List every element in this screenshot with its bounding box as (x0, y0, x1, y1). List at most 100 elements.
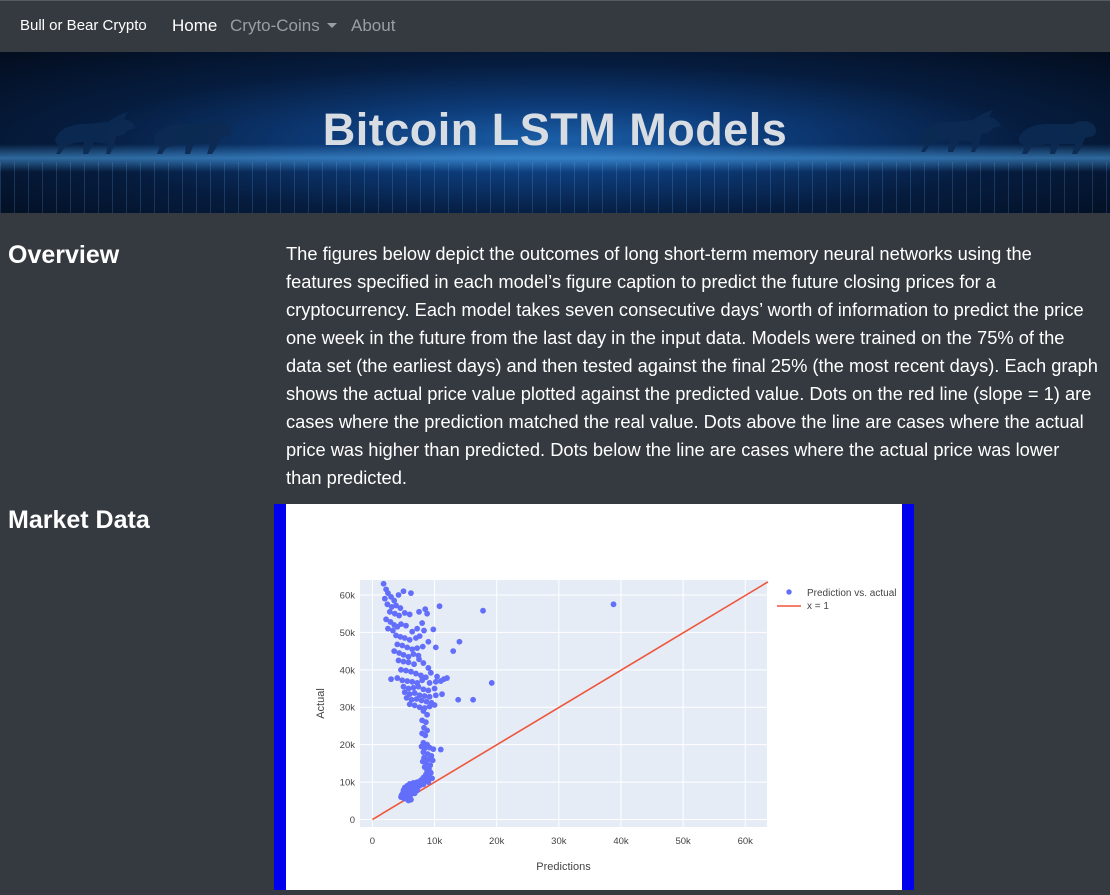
data-point[interactable] (426, 703, 433, 710)
data-point[interactable] (455, 696, 462, 703)
data-point[interactable] (420, 660, 427, 666)
data-point[interactable] (432, 692, 439, 699)
navbar-brand[interactable]: Bull or Bear Crypto (20, 17, 147, 34)
data-point[interactable] (396, 612, 403, 619)
data-point[interactable] (403, 694, 410, 701)
data-point[interactable] (430, 746, 437, 753)
data-point[interactable] (397, 605, 404, 611)
data-point[interactable] (480, 607, 486, 614)
data-point[interactable] (395, 592, 402, 598)
data-point[interactable] (470, 696, 476, 703)
data-point[interactable] (417, 672, 424, 679)
data-point[interactable] (418, 697, 425, 704)
data-point[interactable] (423, 698, 430, 705)
data-point[interactable] (419, 620, 426, 626)
data-point[interactable] (400, 588, 407, 595)
data-point[interactable] (394, 675, 401, 681)
data-point[interactable] (406, 701, 413, 708)
data-point[interactable] (401, 610, 408, 616)
data-point[interactable] (410, 651, 417, 657)
data-point[interactable] (414, 625, 421, 632)
data-point[interactable] (404, 678, 411, 684)
data-point[interactable] (421, 627, 427, 634)
data-point[interactable] (408, 590, 414, 596)
data-point[interactable] (414, 645, 421, 652)
data-point[interactable] (385, 625, 391, 632)
data-point[interactable] (424, 610, 431, 617)
data-point[interactable] (409, 628, 416, 635)
data-point[interactable] (419, 643, 426, 650)
data-point[interactable] (413, 696, 420, 702)
data-point[interactable] (416, 608, 422, 615)
data-point[interactable] (398, 666, 404, 673)
data-point[interactable] (406, 636, 413, 643)
data-point[interactable] (422, 719, 429, 726)
data-point[interactable] (403, 667, 409, 674)
data-point[interactable] (403, 622, 409, 629)
data-point[interactable] (437, 678, 444, 684)
data-point[interactable] (394, 641, 401, 648)
scatter-chart[interactable]: 0 10k 20k 30k 40k 50k 60k 0 10k 20k 30k 40k 50k 60k Pr… (286, 504, 902, 890)
data-point[interactable] (610, 601, 617, 608)
nav-link-home[interactable]: Home (172, 16, 217, 36)
data-point[interactable] (413, 670, 419, 677)
data-point[interactable] (405, 653, 412, 660)
data-point[interactable] (404, 644, 411, 651)
data-point[interactable] (420, 781, 427, 788)
data-point[interactable] (381, 595, 388, 602)
data-point[interactable] (398, 621, 404, 628)
data-point[interactable] (439, 691, 445, 698)
data-point[interactable] (401, 635, 408, 641)
data-point[interactable] (415, 683, 422, 690)
data-point[interactable] (380, 580, 387, 587)
data-point[interactable] (456, 638, 463, 645)
data-point[interactable] (437, 746, 444, 753)
data-point[interactable] (405, 659, 412, 666)
data-point[interactable] (411, 702, 418, 709)
data-point[interactable] (431, 702, 438, 708)
data-point[interactable] (408, 668, 414, 675)
data-point[interactable] (386, 608, 393, 615)
data-point[interactable] (426, 680, 433, 686)
data-point[interactable] (411, 661, 417, 668)
data-point[interactable] (432, 678, 439, 685)
data-point[interactable] (430, 626, 437, 633)
data-point[interactable] (395, 657, 402, 664)
data-point[interactable] (444, 675, 450, 681)
data-point[interactable] (409, 678, 416, 685)
data-point[interactable] (488, 680, 495, 686)
data-point[interactable] (424, 711, 431, 718)
nav-dropdown-crypto-coins[interactable]: Cryto-Coins (230, 16, 337, 36)
data-point[interactable] (411, 690, 418, 696)
data-point[interactable] (399, 677, 406, 684)
data-point[interactable] (388, 676, 394, 683)
data-point[interactable] (420, 686, 427, 693)
data-point[interactable] (390, 627, 396, 634)
data-point[interactable] (422, 732, 429, 739)
data-point[interactable] (432, 644, 439, 651)
data-point[interactable] (405, 797, 412, 804)
data-point[interactable] (425, 687, 432, 694)
data-point[interactable] (401, 689, 408, 696)
data-point[interactable] (419, 677, 426, 684)
data-point[interactable] (406, 611, 413, 618)
data-point[interactable] (434, 673, 440, 680)
data-point[interactable] (431, 685, 438, 692)
hero-banner: Bitcoin LSTM Models (0, 52, 1110, 213)
data-point[interactable] (400, 683, 407, 690)
data-point[interactable] (410, 684, 417, 691)
data-point[interactable] (409, 646, 416, 653)
data-point[interactable] (400, 658, 407, 665)
data-point[interactable] (416, 633, 423, 640)
data-point[interactable] (426, 693, 433, 700)
data-point[interactable] (399, 642, 406, 649)
data-point[interactable] (450, 648, 457, 655)
data-point[interactable] (427, 669, 434, 676)
data-point[interactable] (425, 638, 432, 645)
nav-link-about[interactable]: About (351, 16, 395, 36)
data-point[interactable] (425, 779, 432, 785)
data-point[interactable] (436, 603, 443, 610)
data-point[interactable] (400, 651, 407, 658)
x-tick-label: 30k (551, 836, 567, 847)
data-point[interactable] (391, 648, 398, 655)
